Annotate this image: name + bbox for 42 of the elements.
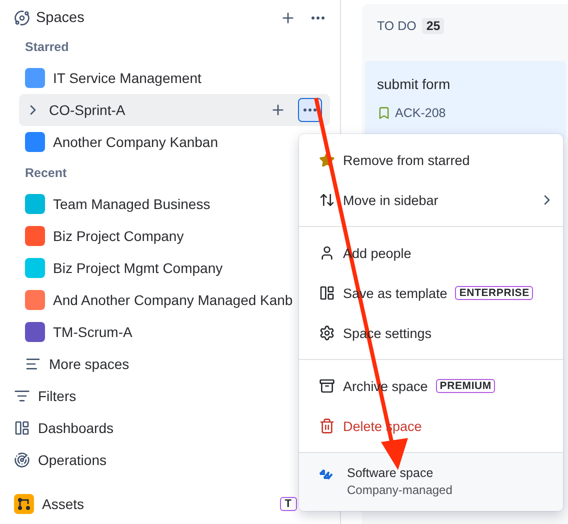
space-item[interactable]: TM-Scrum-A [12, 316, 330, 348]
plus-icon [280, 10, 296, 26]
space-item[interactable]: CO-Sprint-A [19, 94, 330, 126]
plan-badge: PREMIUM [436, 379, 496, 393]
plan-badge: T [280, 497, 297, 511]
move-icon [319, 192, 335, 208]
sidebar-title: Spaces [36, 10, 86, 26]
column-title: TO DO [377, 19, 416, 33]
person-icon [319, 245, 335, 261]
radar-icon [14, 452, 30, 468]
list-icon [25, 356, 41, 372]
section-label: Recent [24, 165, 68, 182]
plus-icon [270, 102, 286, 118]
space-item[interactable]: Biz Project Mgmt Company [12, 252, 330, 284]
issue-card[interactable]: submit form ACK-208 [365, 61, 566, 141]
dashboard-icon [14, 420, 30, 436]
bookmark-icon [377, 106, 391, 120]
issue-count: 25 [422, 18, 444, 34]
plan-badge: ENTERPRISE [455, 286, 534, 300]
assets-icon [14, 494, 34, 514]
space-item[interactable]: And Another Company Managed Kanb [12, 284, 330, 316]
more-icon [311, 16, 325, 20]
star-icon [319, 152, 335, 168]
option-title: Software space [347, 466, 434, 480]
layout-icon [319, 285, 335, 301]
trash-icon [319, 418, 335, 434]
nav-item[interactable]: Filters [12, 380, 330, 412]
issue-key: ACK-208 [395, 106, 446, 120]
filter-icon [14, 388, 30, 404]
nav-item[interactable]: Dashboards [12, 412, 330, 444]
settings-icon [319, 325, 335, 341]
software-space-option[interactable]: Software space Company-managed [299, 453, 563, 511]
space-item[interactable]: IT Service Management [12, 62, 330, 94]
archive-icon [319, 378, 335, 394]
nav-item[interactable]: Assets T [12, 488, 297, 520]
option-subtitle: Company-managed [347, 483, 452, 497]
more-icon [303, 108, 317, 112]
card-title: submit form [377, 76, 452, 92]
section-label: Starred [24, 39, 70, 56]
spaces-icon [14, 10, 30, 26]
more-spaces-item[interactable]: More spaces [12, 348, 330, 380]
space-item[interactable]: Biz Project Company [12, 220, 330, 252]
